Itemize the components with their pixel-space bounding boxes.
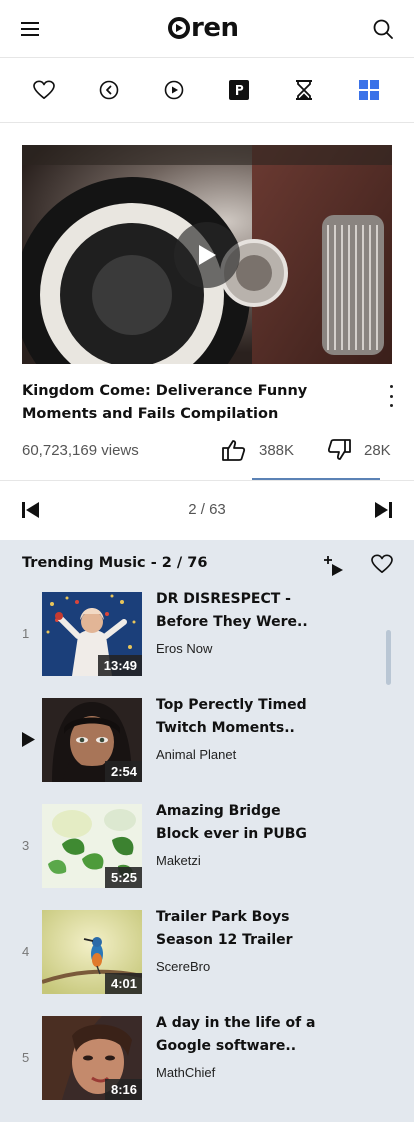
add-to-queue-icon[interactable] [323,555,345,582]
now-playing-icon [22,732,35,752]
parking-icon[interactable] [226,77,252,103]
playlist-heart-icon[interactable] [371,554,393,579]
grid-icon[interactable] [356,77,382,103]
playlist-item[interactable]: 3 5:25 Amazing Bridge Block ever in PUBG… [0,803,380,890]
category-icon-bar [0,58,414,123]
item-title: A day in the life of a Google software.. [156,1015,316,1054]
top-bar: ren [0,0,414,58]
playlist-item-playing[interactable]: 2:54 Top Perectly Timed Twitch Moments..… [0,697,380,784]
thumbs-down-icon [327,439,351,460]
video-title: Kingdom Come: Deliverance Funny Moments … [22,383,308,422]
logo-text: ren [191,13,239,43]
dislike-count: 28K [364,441,391,459]
skip-next-icon[interactable] [374,502,392,523]
item-thumbnail: 5:25 [42,804,142,888]
thumbs-up-icon [222,440,246,461]
item-duration: 5:25 [104,867,142,888]
item-index: 5 [22,1050,30,1065]
item-title: Trailer Park Boys Season 12 Trailer [156,909,293,948]
playlist-item[interactable]: 1 13:49 DR DISRESPECT - Before They Were… [0,591,380,678]
item-duration: 2:54 [104,761,142,782]
item-duration: 13:49 [97,655,142,676]
video-player[interactable] [22,145,392,364]
item-index: 4 [22,944,30,959]
playlist-item[interactable]: 4 4:01 Trailer Park Boys Season 12 Trail… [0,909,380,996]
item-channel: Maketzi [156,853,201,868]
item-duration: 4:01 [104,973,142,994]
item-thumbnail: 2:54 [42,698,142,782]
play-circle-icon[interactable] [161,77,187,103]
playlist-title: Trending Music - 2 / 76 [22,555,208,571]
item-channel: MathChief [156,1065,216,1080]
dislike-button[interactable]: 28K [327,439,391,461]
playlist-item[interactable]: 5 8:16 A day in the life of a Google sof… [0,1015,380,1102]
playlist-panel: Trending Music - 2 / 76 1 13:49 DR DISRE… [0,540,414,1122]
item-index: 3 [22,838,30,853]
item-index: 1 [22,626,30,641]
more-options-icon[interactable] [386,385,396,407]
playlist-scrollbar[interactable] [386,630,391,685]
item-channel: ScereBro [156,959,211,974]
rewind-icon[interactable] [96,77,122,103]
item-thumbnail: 8:16 [42,1016,142,1100]
menu-icon[interactable] [18,17,42,41]
item-title: Top Perectly Timed Twitch Moments.. [156,697,307,736]
page-counter: 2 / 63 [188,501,226,518]
video-pager: 2 / 63 [0,481,414,540]
heart-icon[interactable] [31,77,57,103]
like-button[interactable]: 388K [222,439,294,461]
item-thumbnail: 13:49 [42,592,142,676]
logo-mark-icon [168,17,190,39]
play-button[interactable] [174,222,240,288]
item-channel: Animal Planet [156,747,237,762]
item-duration: 8:16 [104,1079,142,1100]
item-thumbnail: 4:01 [42,910,142,994]
item-channel: Eros Now [156,641,213,656]
app-logo[interactable]: ren [168,12,239,44]
play-icon [199,245,216,265]
like-count: 388K [259,441,295,459]
hourglass-icon[interactable] [291,77,317,103]
view-count: 60,723,169 views [22,442,139,459]
search-icon[interactable] [370,16,396,42]
item-title: Amazing Bridge Block ever in PUBG [156,803,307,842]
item-title: DR DISRESPECT - Before They Were.. [156,591,308,630]
